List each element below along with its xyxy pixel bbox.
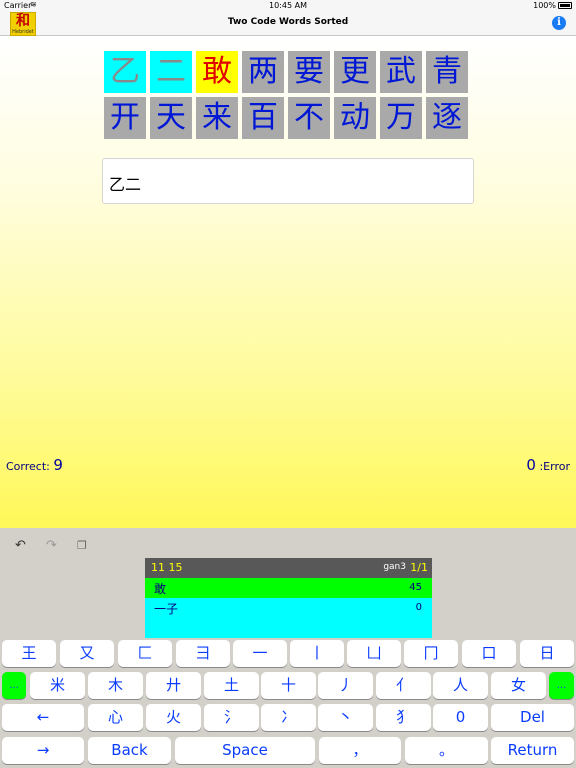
key-quan-radical[interactable]: 犭 [376, 704, 431, 731]
redo-icon[interactable]: ↷ [46, 538, 57, 553]
key-shi[interactable]: 十 [261, 672, 316, 699]
key-jiong[interactable]: 冂 [404, 640, 458, 667]
error-value: 0 [526, 456, 536, 474]
battery-icon [558, 2, 572, 9]
key-you[interactable]: 又 [60, 640, 114, 667]
key-left-arrow[interactable]: ← [2, 704, 84, 731]
key-pie[interactable]: 丿 [318, 672, 373, 699]
key-kou[interactable]: 口 [462, 640, 516, 667]
character-tile[interactable]: 万 [380, 97, 422, 139]
candidate-item[interactable]: 敢 45 [145, 578, 432, 598]
undo-icon[interactable]: ↶ [15, 538, 26, 553]
key-wang[interactable]: 王 [2, 640, 56, 667]
key-period[interactable]: 。 [405, 737, 488, 764]
key-right-arrow[interactable]: → [2, 737, 84, 764]
candidate-header: 11 15 gan3 1/1 [145, 558, 432, 578]
key-nv[interactable]: 女 [491, 672, 546, 699]
status-bar: Carrier ≋ 10:45 AM 100% [0, 0, 576, 12]
character-tile[interactable]: 两 [242, 51, 284, 93]
candidate-page: 1/1 [410, 561, 428, 574]
key-more-left[interactable]: ... [2, 672, 26, 699]
character-tile[interactable]: 二 [150, 51, 192, 93]
character-tile[interactable]: 要 [288, 51, 330, 93]
correct-value: 9 [53, 456, 63, 474]
pinyin-label: gan3 [383, 562, 406, 572]
key-comma[interactable]: ， [319, 737, 401, 764]
error-label: :Error [539, 460, 570, 473]
character-tile[interactable]: 武 [380, 51, 422, 93]
logo-subtext: Hebridet [12, 29, 34, 35]
candidate-panel: 11 15 gan3 1/1 敢 45 一子 0 [145, 558, 432, 638]
key-mi[interactable]: 米 [30, 672, 85, 699]
key-ji[interactable]: 彐 [176, 640, 230, 667]
character-tile[interactable]: 乙 [104, 51, 146, 93]
key-dian[interactable]: 丶 [318, 704, 373, 731]
key-space[interactable]: Space [175, 737, 315, 764]
key-ri[interactable]: 日 [520, 640, 574, 667]
key-bing-radical[interactable]: 冫 [261, 704, 316, 731]
character-tile[interactable]: 逐 [426, 97, 468, 139]
key-kan[interactable]: 凵 [347, 640, 401, 667]
keyboard: 王 又 匚 彐 一 丨 凵 冂 口 日 ... 米 木 廾 土 十 丿 亻 人 … [0, 638, 576, 768]
key-mu[interactable]: 木 [88, 672, 143, 699]
key-ren-side[interactable]: 亻 [376, 672, 431, 699]
key-shui-radical[interactable]: 氵 [204, 704, 259, 731]
character-tile[interactable]: 不 [288, 97, 330, 139]
key-yi[interactable]: 一 [233, 640, 287, 667]
key-return[interactable]: Return [491, 737, 574, 764]
character-tile[interactable]: 动 [334, 97, 376, 139]
copy-icon[interactable]: ❐ [77, 539, 87, 552]
key-gun[interactable]: 丨 [290, 640, 344, 667]
key-ren[interactable]: 人 [433, 672, 488, 699]
character-tile[interactable]: 开 [104, 97, 146, 139]
clock: 10:45 AM [269, 1, 307, 10]
key-tu[interactable]: 土 [204, 672, 259, 699]
character-tile[interactable]: 敢 [196, 51, 238, 93]
info-icon[interactable]: i [552, 16, 566, 30]
candidate-frequency: 0 [415, 602, 422, 613]
key-xin[interactable]: 心 [88, 704, 143, 731]
key-back[interactable]: Back [88, 737, 171, 764]
input-code: 11 15 [151, 561, 183, 574]
key-delete[interactable]: Del [491, 704, 574, 731]
key-more-right[interactable]: ... [549, 672, 574, 699]
character-tile[interactable]: 百 [242, 97, 284, 139]
character-tile[interactable]: 更 [334, 51, 376, 93]
character-tile[interactable]: 来 [196, 97, 238, 139]
key-huo[interactable]: 火 [146, 704, 201, 731]
character-tile[interactable]: 青 [426, 51, 468, 93]
character-tile[interactable]: 天 [150, 97, 192, 139]
page-title: Two Code Words Sorted [227, 17, 349, 27]
correct-counter: Correct: 9 [6, 456, 63, 474]
candidate-word: 一子 [154, 602, 179, 616]
keyboard-area: ↶ ↷ ❐ 11 15 gan3 1/1 敢 45 一子 0 王 又 匚 彐 一… [0, 528, 576, 768]
battery-percent: 100% [533, 1, 556, 10]
candidate-word: 敢 [154, 582, 167, 596]
nav-bar: 和 Hebridet Two Code Words Sorted i [0, 12, 576, 36]
key-zero[interactable]: 0 [433, 704, 488, 731]
typed-text-field[interactable]: 乙二 [102, 158, 474, 204]
key-gong[interactable]: 廾 [146, 672, 201, 699]
candidate-item[interactable]: 一子 0 [145, 598, 432, 638]
key-fang[interactable]: 匚 [118, 640, 172, 667]
error-counter: 0 :Error [526, 456, 570, 474]
candidate-frequency: 45 [409, 582, 422, 593]
correct-label: Correct: [6, 460, 50, 473]
practice-area: 乙二敢两要更武青开天来百不动万逐 乙二 Correct: 9 0 :Error [0, 37, 576, 528]
